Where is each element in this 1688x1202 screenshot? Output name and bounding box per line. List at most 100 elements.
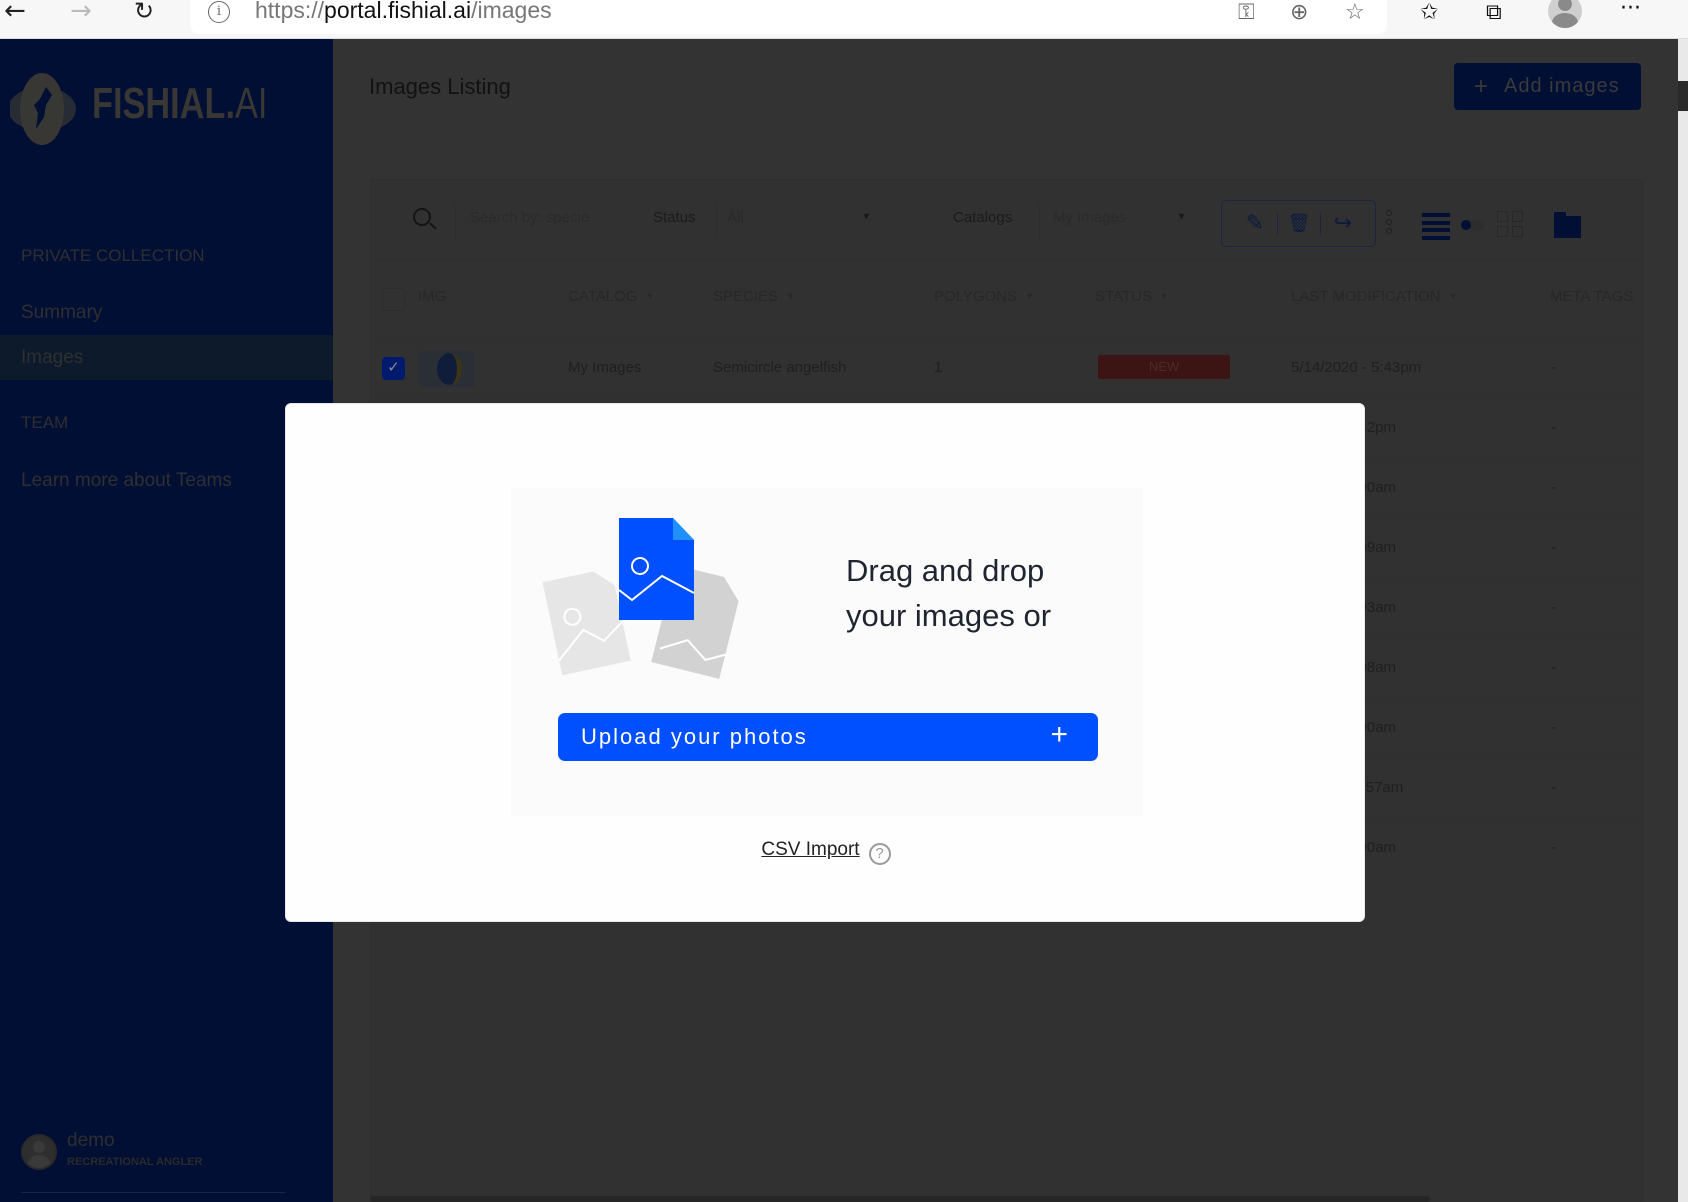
column-img: IMG [418, 288, 447, 305]
fish-thumbnail[interactable] [419, 351, 475, 387]
url-host: portal.fishial.ai [324, 0, 472, 23]
image-files-icon [542, 518, 739, 679]
search-icon[interactable] [413, 208, 431, 226]
column-status[interactable]: STATUS ▼ [1095, 288, 1169, 305]
csv-import-link[interactable]: CSV Import [761, 839, 859, 860]
folder-icon[interactable] [1554, 212, 1581, 238]
logo-text-light: AI [234, 79, 268, 128]
sidebar-item-learn-teams[interactable]: Learn more about Teams [0, 458, 333, 503]
trash-icon[interactable]: 🗑 [1284, 210, 1314, 238]
drop-zone[interactable]: Drag and drop your images or Upload your… [511, 488, 1143, 816]
column-catalog-label: CATALOG [568, 288, 638, 305]
view-toggle[interactable] [1461, 220, 1485, 230]
search-input[interactable]: Search by: specie [470, 209, 589, 226]
divider [1277, 213, 1278, 235]
page-title: Images Listing [369, 74, 511, 99]
table-row[interactable]: ✓ My Images Semicircle angelfish 1 NEW 5/14/2… [371, 338, 1644, 398]
back-icon[interactable]: ← [4, 0, 26, 26]
csv-import-row: CSV Import? [286, 839, 1366, 865]
upload-photos-button[interactable]: Upload your photos + [558, 713, 1098, 761]
list-view-icon[interactable] [1422, 213, 1450, 240]
drop-instructions: Drag and drop your images or [846, 548, 1051, 638]
address-bar[interactable]: i https://portal.fishial.ai/images ⚿ ⊕ ☆ [190, 0, 1387, 34]
horizontal-scrollbar[interactable] [370, 1196, 1430, 1202]
share-icon[interactable]: ↪ [1328, 210, 1358, 238]
column-species-label: SPECIES [713, 288, 779, 305]
table-header: IMG CATALOG ▼ SPECIES ▼ POLYGONS ▼ STATUS ▼ … [371, 278, 1644, 318]
catalogs-filter-label: Catalogs [953, 209, 1013, 226]
cell-meta-tags: - [1551, 539, 1556, 556]
user-name: demo [67, 1130, 115, 1151]
sidebar-item-images[interactable]: Images [0, 335, 333, 380]
profile-avatar-icon[interactable] [1548, 0, 1582, 28]
info-icon[interactable]: i [208, 1, 230, 23]
logo-text-bold: FISHIAL. [92, 79, 235, 128]
divider [21, 1192, 285, 1193]
zoom-icon[interactable]: ⊕ [1290, 0, 1308, 25]
drop-text-line-2: your images or [846, 598, 1052, 633]
sort-icon: ▼ [1159, 291, 1169, 301]
column-meta-tags: META TAGS [1550, 288, 1634, 305]
cell-meta-tags: - [1551, 719, 1556, 736]
favorite-star-icon[interactable]: ☆ [1345, 0, 1365, 25]
cell-meta-tags: - [1551, 359, 1556, 376]
key-icon[interactable]: ⚿ [1238, 0, 1255, 25]
help-icon[interactable]: ? [868, 843, 891, 865]
chevron-down-icon[interactable]: ▼ [862, 211, 871, 221]
select-all-checkbox[interactable] [382, 288, 405, 311]
sort-icon: ▼ [1448, 291, 1458, 301]
sort-icon: ▼ [1025, 291, 1035, 301]
cell-species: Semicircle angelfish [713, 359, 847, 376]
upload-modal: Drag and drop your images or Upload your… [285, 403, 1365, 922]
sidebar-item-summary[interactable]: Summary [0, 290, 333, 335]
cell-meta-tags: - [1551, 779, 1556, 796]
cell-catalog: My Images [568, 359, 642, 376]
more-options-icon[interactable] [1386, 210, 1394, 240]
url-text[interactable]: https://portal.fishial.ai/images [255, 0, 552, 24]
collections-icon[interactable]: ⧉ [1486, 0, 1502, 25]
row-checkbox[interactable]: ✓ [382, 357, 405, 380]
sidebar: FISHIAL.AI PRIVATE COLLECTION Summary Im… [0, 39, 333, 1202]
cell-meta-tags: - [1551, 839, 1556, 856]
column-species[interactable]: SPECIES ▼ [713, 288, 795, 305]
column-last-modification[interactable]: LAST MODIFICATION ▼ [1291, 288, 1457, 305]
divider [455, 205, 456, 237]
more-menu-icon[interactable]: ··· [1620, 0, 1641, 21]
chevron-down-icon[interactable]: ▼ [1177, 211, 1186, 221]
browser-toolbar: ← → ↻ i https://portal.fishial.ai/images… [0, 0, 1688, 39]
user-role: RECREATIONAL ANGLER [67, 1156, 203, 1168]
column-polygons-label: POLYGONS [934, 288, 1018, 305]
plus-icon: + [1050, 718, 1068, 751]
grid-view-icon[interactable] [1497, 211, 1525, 239]
status-filter-label: Status [653, 209, 696, 226]
column-modified-label: LAST MODIFICATION [1291, 288, 1441, 305]
divider [716, 205, 717, 237]
user-profile[interactable]: demo RECREATIONAL ANGLER [21, 1130, 311, 1184]
logo-text: FISHIAL.AI [92, 79, 267, 129]
cell-meta-tags: - [1551, 419, 1556, 436]
avatar [21, 1134, 57, 1170]
section-team: TEAM [21, 413, 69, 432]
background-window [1678, 39, 1688, 1202]
upload-button-label: Upload your photos [581, 724, 808, 749]
status-select[interactable]: All [727, 209, 744, 226]
favorites-list-icon[interactable]: ✩ [1420, 0, 1438, 25]
logo[interactable]: FISHIAL.AI [10, 69, 267, 149]
divider [1039, 205, 1040, 237]
reload-icon[interactable]: ↻ [134, 0, 154, 26]
column-polygons[interactable]: POLYGONS ▼ [934, 288, 1034, 305]
cell-last-modification: 5/14/2020 - 5:43pm [1291, 359, 1422, 376]
fish-logo-icon [10, 73, 76, 145]
url-path: /images [471, 0, 552, 23]
add-images-button[interactable]: + Add images [1454, 63, 1641, 110]
add-images-label: Add images [1504, 75, 1620, 97]
forward-icon[interactable]: → [70, 0, 92, 26]
catalogs-select[interactable]: My Images [1053, 209, 1126, 226]
url-scheme: https:// [255, 0, 325, 23]
column-catalog[interactable]: CATALOG ▼ [568, 288, 654, 305]
divider [1320, 213, 1321, 235]
plus-icon: + [1474, 73, 1490, 100]
bulk-actions: ✎ 🗑 ↪ [1221, 200, 1376, 247]
edit-icon[interactable]: ✎ [1240, 210, 1270, 238]
filter-bar: Search by: specie Status All ▼ Catalogs … [371, 180, 1644, 260]
